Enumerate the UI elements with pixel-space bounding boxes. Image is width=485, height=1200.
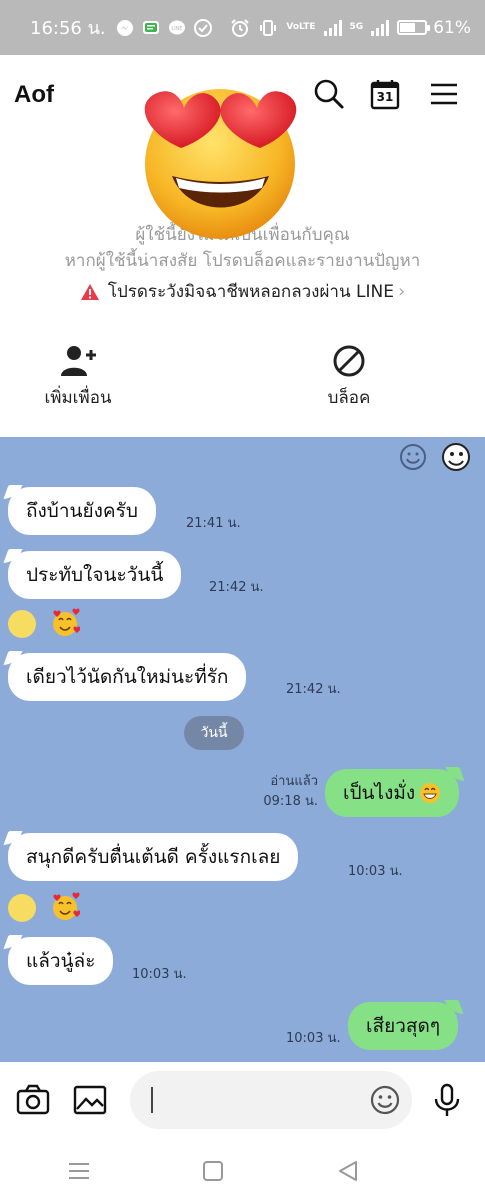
message-bubble[interactable]: ถึงบ้านยังครับ — [8, 487, 156, 535]
smiling-hearts-emoji — [53, 608, 80, 636]
message-text: เป็นไงมั่ง — [343, 782, 416, 804]
recent-apps-icon[interactable] — [64, 1158, 94, 1184]
search-icon[interactable] — [312, 77, 346, 111]
calendar-icon[interactable]: 31 — [368, 77, 402, 111]
microphone-icon[interactable] — [429, 1082, 465, 1118]
reaction-smile-icon[interactable] — [8, 610, 36, 638]
date-divider: วันนี้ — [184, 716, 244, 750]
message-time: 10:03 น. — [286, 1031, 341, 1046]
smiling-hearts-emoji — [53, 892, 80, 920]
warning-icon — [80, 283, 99, 300]
message-time: 21:42 น. — [209, 580, 264, 595]
battery-icon — [397, 20, 431, 35]
sticker-icon[interactable] — [441, 442, 471, 472]
read-status: อ่านแล้ว — [270, 774, 318, 789]
smile-icon[interactable] — [398, 442, 428, 472]
battery-percent: 61% — [433, 17, 471, 38]
block-button[interactable]: บล็อค — [284, 344, 414, 411]
vibrate-icon — [258, 18, 278, 38]
scam-warning-text: โปรดระวังมิจฉาชีพหลอกลวงผ่าน LINE — [107, 282, 394, 302]
message-bubble[interactable]: แล้วนู๋ล่ะ — [8, 937, 114, 985]
alarm-icon — [230, 18, 250, 38]
svg-text:LINE: LINE — [171, 26, 182, 32]
read-receipt: อ่านแล้ว 09:18 น. — [240, 772, 318, 812]
emoji-icon[interactable] — [367, 1082, 403, 1118]
message-time: 21:41 น. — [186, 516, 241, 531]
chevron-right-icon: › — [397, 281, 406, 302]
chat-bubble-notification-icon — [193, 18, 212, 37]
message-bubble[interactable]: เสียวสุดๆ — [348, 1002, 459, 1050]
scam-warning-link[interactable]: โปรดระวังมิจฉาชีพหลอกลวงผ่าน LINE › — [0, 278, 485, 305]
message-bubble[interactable]: สนุกดีครับตื่นเต้นดี ครั้งแรกเลย — [8, 833, 299, 881]
home-icon[interactable] — [198, 1158, 228, 1184]
menu-icon[interactable] — [427, 77, 461, 111]
signal-strength-2-icon — [371, 19, 390, 36]
message-notification-icon — [142, 19, 160, 37]
add-friend-icon — [61, 346, 96, 376]
messenger-notification-icon — [116, 19, 134, 37]
volte-label: VoLTE — [286, 22, 316, 32]
message-bubble[interactable]: ประทับใจนะวันนี้ — [8, 551, 182, 599]
image-icon[interactable] — [72, 1082, 108, 1118]
signal-strength-icon — [323, 19, 342, 36]
block-icon — [333, 345, 365, 377]
back-icon[interactable] — [334, 1158, 364, 1184]
add-friend-label: เพิ่มเพื่อน — [44, 388, 112, 408]
notice-line-2: หากผู้ใช้นี้น่าสงสัย โปรดบล็อคและรายงานป… — [64, 251, 421, 271]
heart-eyes-emoji — [144, 89, 297, 239]
message-input-bar — [0, 1062, 485, 1142]
message-time: 10:03 น. — [348, 864, 403, 879]
add-friend-button[interactable]: เพิ่มเพื่อน — [13, 344, 143, 411]
message-time: 10:03 น. — [132, 967, 187, 982]
message-time: 21:42 น. — [286, 682, 341, 697]
grinning-emoji — [420, 783, 441, 803]
block-label: บล็อค — [327, 388, 371, 408]
status-time: 16:56 น. — [30, 18, 106, 39]
message-bubble[interactable]: เป็นไงมั่ง — [325, 769, 460, 817]
network-type-label: 5G — [349, 22, 364, 32]
message-time: 09:18 น. — [263, 794, 318, 809]
system-nav-bar — [0, 1142, 485, 1200]
battery-fill — [400, 23, 416, 32]
status-bar: 16:56 น. LINE VoLTE 5G 61% — [0, 0, 485, 55]
line-notification-icon: LINE — [168, 19, 186, 37]
text-caret — [151, 1087, 153, 1113]
camera-icon[interactable] — [15, 1082, 51, 1118]
contact-name[interactable]: Aof — [14, 81, 54, 109]
message-bubble[interactable]: เดียวไว้นัดกันใหม่นะที่รัก — [8, 653, 247, 701]
calendar-day: 31 — [376, 90, 394, 104]
reaction-smile-icon[interactable] — [8, 894, 36, 922]
